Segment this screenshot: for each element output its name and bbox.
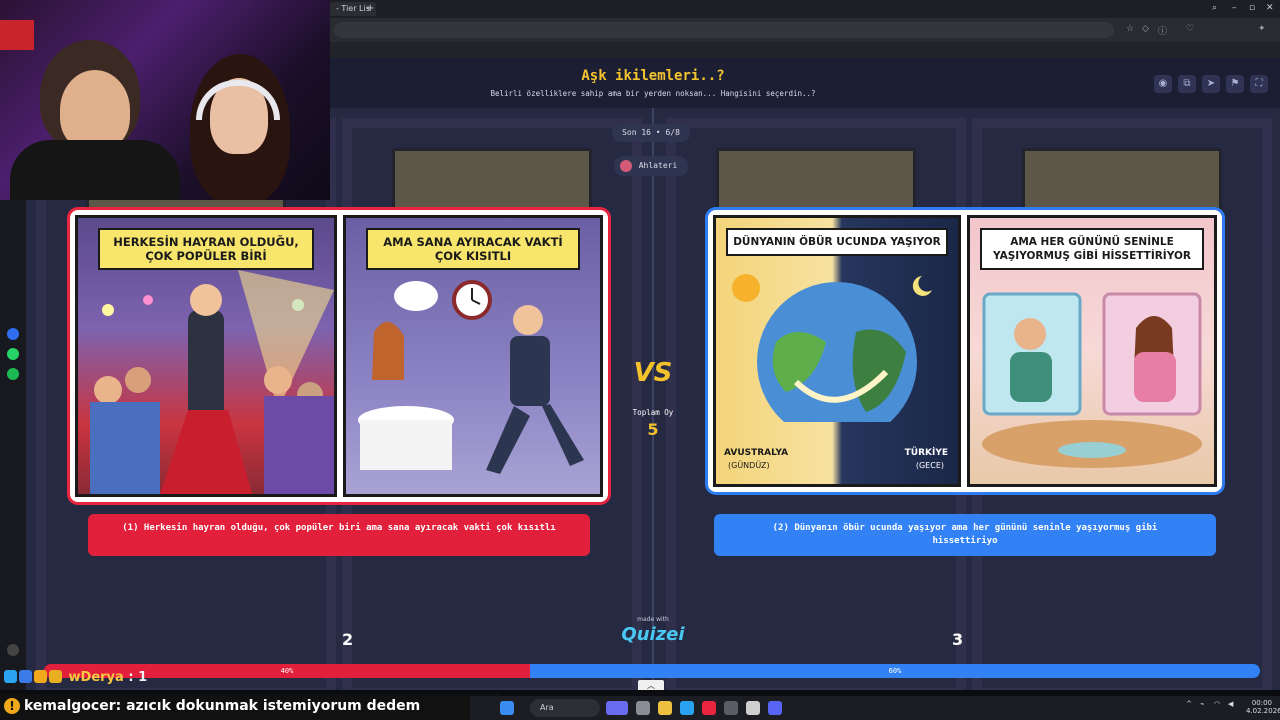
fullscreen-icon[interactable]: ⛶ [1250,75,1268,93]
info-icon[interactable]: ⓘ [1158,24,1167,37]
address-bar[interactable] [334,22,1114,38]
crowd-illustration [90,270,334,494]
chat-message-user: kemalgocer [24,698,116,714]
browser-sidebar [0,200,26,690]
option-2-vote-button[interactable]: (2) Dünyanın öbür ucunda yaşıyor ama her… [714,514,1216,556]
eye-icon[interactable]: ◉ [1154,75,1172,93]
stream-chat-message: ! kemalgocer: azıcık dokunmak istemiyorum… [0,694,500,720]
network-icon[interactable]: ⌁ [1200,700,1204,708]
spotify-icon[interactable] [7,368,19,380]
copy-icon[interactable]: ⧉ [1178,75,1196,93]
maximize-icon[interactable]: ▫ [1249,3,1255,13]
option-1-panel-1: HERKESİN HAYRAN OLDUĞU, ÇOK POPÜLER BİRİ [75,215,337,497]
flag-icon[interactable]: ⚑ [1226,75,1244,93]
total-votes-value: 5 [647,420,659,439]
option-2-panel-2-caption: AMA HER GÜNÜNÜ SENİNLE YAŞIYORMUŞ GİBİ H… [980,228,1204,270]
favorites-icon[interactable] [7,644,19,656]
whatsapp-icon[interactable] [7,348,19,360]
tray-chevron-icon[interactable]: ^ [1186,700,1192,708]
discord-icon[interactable] [768,701,782,715]
ai-icon[interactable]: ✦ [1258,24,1266,34]
widget-icon[interactable] [606,701,628,715]
streamer-body [10,140,180,200]
option-1-count: 2 [342,630,354,649]
share-icon[interactable]: ➤ [1202,75,1220,93]
clock[interactable]: 00:00 4.02.2026 [1246,699,1280,715]
option-1-card[interactable]: HERKESİN HAYRAN OLDUĞU, ÇOK POPÜLER BİRİ… [70,210,608,502]
turkey-label: TÜRKİYE [904,448,948,458]
minimize-icon[interactable]: – [1232,3,1237,13]
store-icon[interactable] [724,701,738,715]
chat-count: : 1 [128,670,148,685]
close-icon[interactable]: ✕ [1266,3,1274,13]
option-2-progress-bar: 60% [530,664,1260,678]
task-view-icon[interactable] [636,701,650,715]
badge-icon [4,670,17,683]
badge-icon [34,670,47,683]
streamer-face [60,70,130,150]
clock-time: 00:00 [1251,699,1272,707]
center-divider [652,108,654,690]
chat-username: wDerya [68,670,124,685]
made-with-label: made with [637,616,669,623]
busy-date-illustration [358,280,584,474]
total-votes-label: Toplam Oy [632,408,674,417]
chat-message-text: : azıcık dokunmak istemiyorum dedem [115,698,421,714]
option-1-panel-2: AMA SANA AYIRACAK VAKTİ ÇOK KISITLI [343,215,603,497]
round-badge: Son 16 • 6/8 [612,124,690,142]
webcam-overlay [0,0,330,200]
wifi-icon[interactable]: ◠ [1214,700,1220,708]
volume-icon[interactable]: ◀ [1228,700,1233,708]
australia-sub-label: (GÜNDÜZ) [728,461,770,470]
option-1-panel-1-caption: HERKESİN HAYRAN OLDUĞU, ÇOK POPÜLER BİRİ [98,228,314,270]
edge-icon[interactable] [680,701,694,715]
option-1-vote-button[interactable]: (1) Herkesin hayran olduğu, çok popüler … [88,514,590,556]
opera-icon[interactable] [702,701,716,715]
chevron-up-icon[interactable]: ︿ [638,680,664,690]
australia-label: AVUSTRALYA [724,448,789,458]
bookmark-icon[interactable]: ☆ [1126,24,1134,34]
user-badge[interactable]: Ahlateri [614,156,688,176]
new-tab-button[interactable]: + [366,3,374,15]
option-2-panel-1-caption: DÜNYANIN ÖBÜR UCUNDA YAŞIYOR [726,228,948,256]
crown-icon [49,670,62,683]
file-explorer-icon[interactable] [658,701,672,715]
avatar [620,160,632,172]
screen: - Tier Lis + ⌕ – ▫ ✕ ☆ ◇ ⓘ ♡ ✦ Aşk ikile… [0,0,1280,720]
badge-icon [19,670,32,683]
turkey-sub-label: (GECE) [915,461,944,470]
start-icon[interactable] [500,701,514,715]
webcam-decor [0,20,34,50]
user-name: Ahlateri [638,161,678,170]
globe-illustration [732,274,932,422]
browser-tab-bar [330,0,1280,18]
taskbar-search[interactable]: Ara [530,699,600,717]
chat-overlay-line: wDerya : 1 [4,669,147,687]
option-1-panel-2-caption: AMA SANA AYIRACAK VAKTİ ÇOK KISITLI [366,228,580,270]
messenger-icon[interactable] [7,328,19,340]
heart-icon[interactable]: ♡ [1186,24,1194,34]
video-call-illustration [982,292,1202,468]
alert-icon: ! [4,698,20,714]
clock-date: 4.02.2026 [1246,707,1280,715]
vs-icon: VS [633,358,673,388]
extension-icon[interactable]: ◇ [1142,24,1149,34]
option-2-panel-2: AMA HER GÜNÜNÜ SENİNLE YAŞIYORMUŞ GİBİ H… [967,215,1217,487]
option-2-card[interactable]: DÜNYANIN ÖBÜR UCUNDA YAŞIYOR AVUSTRALYA … [708,210,1222,492]
option-2-panel-1: DÜNYANIN ÖBÜR UCUNDA YAŞIYOR AVUSTRALYA … [713,215,961,487]
search-tabs-icon[interactable]: ⌕ [1212,3,1217,13]
brand-logo[interactable]: Quizei [610,624,696,645]
option-2-count: 3 [952,630,964,649]
bookmarks-bar [330,42,1280,58]
obs-icon[interactable] [746,701,760,715]
